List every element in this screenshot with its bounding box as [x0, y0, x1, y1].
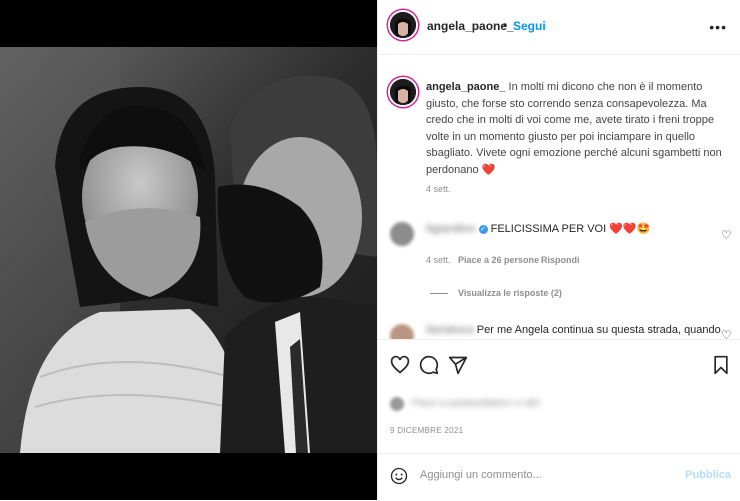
- comment-avatar[interactable]: [390, 324, 414, 339]
- post-header: angela_paone_ • Segui •••: [378, 0, 740, 55]
- replies-line: [430, 293, 448, 294]
- post-panel: angela_paone_ • Segui ••• angela_paone_ …: [377, 0, 740, 500]
- likes-summary[interactable]: Piace a paolasollabern e altri: [412, 398, 540, 409]
- post-photo[interactable]: [0, 47, 377, 453]
- post-date[interactable]: 9 DICEMBRE 2021: [390, 426, 463, 435]
- comment-username[interactable]: ilarialuca: [426, 324, 474, 336]
- comment-text: Per me Angela continua su questa strada,…: [476, 324, 721, 336]
- comment-1: ilgiardino ✓ FELICISSIMA PER VOI ❤️❤️🤩: [426, 222, 706, 236]
- caption-avatar[interactable]: [390, 79, 416, 105]
- comment-2-clip: ilarialuca Per me Angela continua su que…: [378, 318, 740, 339]
- caption-text: In molti mi dicono che non è il momento …: [426, 81, 722, 176]
- post-caption: angela_paone_ In molti mi dicono che non…: [426, 79, 726, 178]
- follow-button[interactable]: Segui: [513, 19, 546, 33]
- reply-button[interactable]: Rispondi: [541, 255, 580, 265]
- more-options-icon[interactable]: •••: [709, 19, 727, 35]
- author-avatar[interactable]: [390, 12, 416, 38]
- comment-timestamp[interactable]: 4 sett.: [426, 255, 451, 265]
- liker-avatar[interactable]: [390, 397, 404, 411]
- photo-image: [0, 47, 377, 453]
- comment-2: ilarialuca Per me Angela continua su que…: [426, 324, 726, 336]
- avatar-image: [390, 79, 416, 105]
- comment-like-heart-icon[interactable]: ♡: [721, 228, 732, 242]
- comment-likes[interactable]: Piace a 26 persone: [458, 255, 539, 265]
- emoji-icon[interactable]: [390, 467, 408, 485]
- separator-dot: •: [503, 18, 508, 32]
- verified-badge-icon: ✓: [478, 224, 488, 234]
- action-bar: [378, 339, 740, 390]
- comment-bubble-icon[interactable]: [419, 355, 439, 375]
- author-username[interactable]: angela_paone_: [427, 19, 514, 33]
- caption-username[interactable]: angela_paone_: [426, 81, 505, 93]
- comment-username[interactable]: ilgiardino: [426, 223, 476, 235]
- avatar-image: [390, 12, 416, 38]
- save-bookmark-icon[interactable]: [712, 355, 730, 375]
- like-heart-icon[interactable]: [390, 355, 410, 375]
- comment-like-heart-icon[interactable]: ♡: [721, 328, 732, 339]
- publish-button[interactable]: Pubblica: [685, 469, 731, 481]
- comment-text: FELICISSIMA PER VOI ❤️❤️🤩: [490, 223, 651, 235]
- post-media: [0, 0, 377, 500]
- caption-timestamp[interactable]: 4 sett.: [426, 184, 451, 194]
- share-direct-icon[interactable]: [448, 355, 468, 375]
- add-comment-input[interactable]: [418, 464, 682, 486]
- view-replies-button[interactable]: Visualizza le risposte (2): [458, 288, 562, 298]
- comment-avatar[interactable]: [390, 222, 414, 246]
